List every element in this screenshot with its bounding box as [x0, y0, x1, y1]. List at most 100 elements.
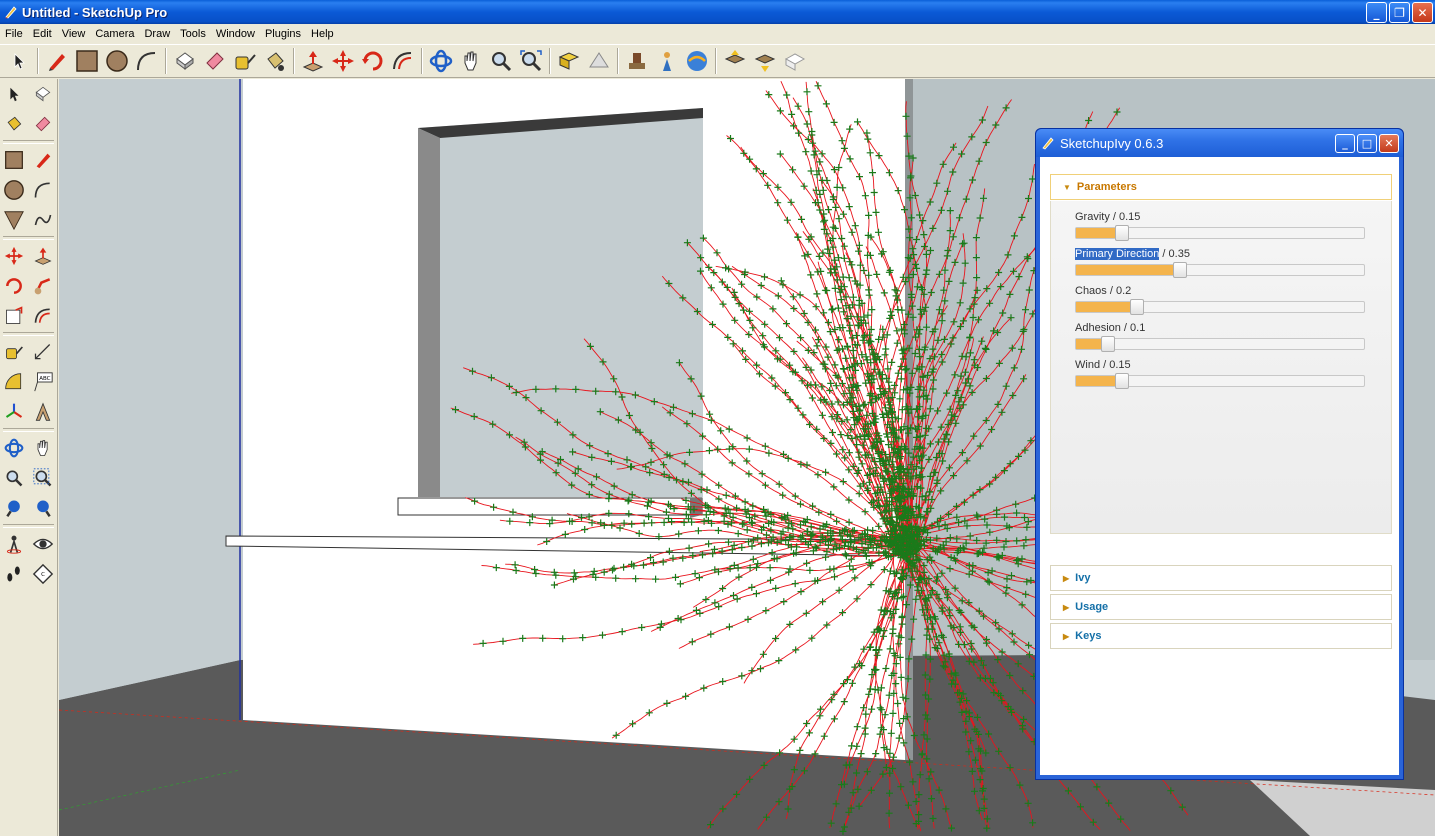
left-circle-button[interactable]: [0, 175, 29, 205]
param-adhesion-name: Adhesion: [1075, 322, 1121, 334]
download-button[interactable]: [750, 46, 780, 76]
section-usage-label: Usage: [1075, 601, 1109, 613]
left-walk-button[interactable]: [0, 559, 29, 589]
gravity-slider[interactable]: [1075, 225, 1365, 241]
left-section-plane-button[interactable]: C: [29, 559, 58, 589]
left-pencil-button[interactable]: [29, 145, 58, 175]
circle-icon: [4, 180, 25, 200]
left-component-button[interactable]: [29, 79, 58, 109]
get-photo-texture-button[interactable]: [682, 46, 712, 76]
push-pull-button[interactable]: [298, 46, 328, 76]
ivy-close-button[interactable]: ✕: [1379, 134, 1399, 153]
rectangle-tool-button[interactable]: [72, 46, 102, 76]
left-rotate-button[interactable]: [0, 271, 29, 301]
left-arc-button[interactable]: [29, 175, 58, 205]
slider-thumb[interactable]: [1115, 373, 1129, 389]
section-usage[interactable]: ▶ Usage: [1050, 594, 1392, 620]
menu-plugins[interactable]: Plugins: [260, 28, 306, 40]
left-dimension-button[interactable]: [29, 337, 58, 367]
share-model-button[interactable]: [584, 46, 614, 76]
menu-edit[interactable]: Edit: [28, 28, 57, 40]
left-scale-button[interactable]: [0, 301, 29, 331]
left-zoom-button[interactable]: [0, 463, 29, 493]
left-follow-me-button[interactable]: [29, 271, 58, 301]
left-pan-button[interactable]: [29, 433, 58, 463]
place-model-button[interactable]: [652, 46, 682, 76]
left-zoom-window-button[interactable]: [29, 463, 58, 493]
left-select-button[interactable]: [0, 79, 29, 109]
left-orbit-button[interactable]: [0, 433, 29, 463]
slider-thumb[interactable]: [1173, 262, 1187, 278]
menu-window[interactable]: Window: [211, 28, 260, 40]
pan-tool-button[interactable]: [456, 46, 486, 76]
caret-right-icon: ▶: [1063, 602, 1070, 612]
wind-slider[interactable]: [1075, 373, 1365, 389]
get-models-button[interactable]: [554, 46, 584, 76]
chaos-slider[interactable]: [1075, 299, 1365, 315]
tape-measure-button[interactable]: [230, 46, 260, 76]
left-protractor-button[interactable]: [0, 367, 29, 397]
make-component-button[interactable]: [170, 46, 200, 76]
ivy-minimize-button[interactable]: _: [1335, 134, 1355, 153]
menu-help[interactable]: Help: [306, 28, 339, 40]
param-wind-value: / 0.15: [1100, 359, 1131, 371]
eraser-tool-button[interactable]: [200, 46, 230, 76]
close-button[interactable]: ✕: [1412, 2, 1433, 23]
left-tape-measure-button[interactable]: [0, 337, 29, 367]
rectangle-icon: [76, 50, 98, 72]
left-previous-view-button[interactable]: [0, 493, 29, 523]
menu-view[interactable]: View: [57, 28, 91, 40]
sketchup-app-icon[interactable]: [4, 5, 18, 19]
left-3d-text-button[interactable]: [29, 397, 58, 427]
slider-thumb[interactable]: [1130, 299, 1144, 315]
menu-file[interactable]: File: [0, 28, 28, 40]
left-eraser-button[interactable]: [29, 109, 58, 139]
left-freehand-button[interactable]: [29, 205, 58, 235]
section-ivy[interactable]: ▶ Ivy: [1050, 565, 1392, 591]
minimize-button[interactable]: _: [1366, 2, 1387, 23]
left-polygon-button[interactable]: [0, 205, 29, 235]
arc-tool-button[interactable]: [132, 46, 162, 76]
circle-tool-button[interactable]: [102, 46, 132, 76]
menu-draw[interactable]: Draw: [139, 28, 175, 40]
components-button[interactable]: [780, 46, 810, 76]
slider-thumb[interactable]: [1101, 336, 1115, 352]
close-icon: ✕: [1417, 5, 1428, 20]
window-sill: [397, 497, 703, 516]
left-push-pull-button[interactable]: [29, 241, 58, 271]
left-text-button[interactable]: ABC: [29, 367, 58, 397]
adhesion-slider[interactable]: [1075, 336, 1365, 352]
pencil-tool-button[interactable]: [42, 46, 72, 76]
paint-bucket-button[interactable]: [260, 46, 290, 76]
slider-thumb[interactable]: [1115, 225, 1129, 241]
toolbar-separator: [3, 236, 54, 240]
left-position-camera-button[interactable]: [0, 529, 29, 559]
google-earth-button[interactable]: [622, 46, 652, 76]
zoom-tool-button[interactable]: [486, 46, 516, 76]
ivy-maximize-button[interactable]: □: [1357, 134, 1377, 153]
menu-tools[interactable]: Tools: [175, 28, 211, 40]
left-rectangle-button[interactable]: [0, 145, 29, 175]
rotate-tool-button[interactable]: [358, 46, 388, 76]
section-parameters[interactable]: ▼ Parameters: [1050, 174, 1392, 200]
protractor-icon: [5, 373, 22, 390]
move-tool-button[interactable]: [328, 46, 358, 76]
select-tool-button[interactable]: [4, 46, 34, 76]
left-offset-button[interactable]: [29, 301, 58, 331]
section-keys[interactable]: ▶ Keys: [1050, 623, 1392, 649]
left-paint-button[interactable]: [0, 109, 29, 139]
primary-direction-slider[interactable]: [1075, 262, 1365, 278]
zoom-extents-button[interactable]: [516, 46, 546, 76]
3d-text-icon: [35, 402, 51, 421]
left-next-view-button[interactable]: [29, 493, 58, 523]
restore-button[interactable]: ❐: [1389, 2, 1410, 23]
menu-camera[interactable]: Camera: [90, 28, 139, 40]
upload-button[interactable]: [720, 46, 750, 76]
orbit-tool-button[interactable]: [426, 46, 456, 76]
axes-icon: [6, 403, 23, 418]
offset-tool-button[interactable]: [388, 46, 418, 76]
left-move-button[interactable]: [0, 241, 29, 271]
window-frame-left: [418, 128, 440, 497]
left-look-around-button[interactable]: [29, 529, 58, 559]
left-axes-button[interactable]: [0, 397, 29, 427]
